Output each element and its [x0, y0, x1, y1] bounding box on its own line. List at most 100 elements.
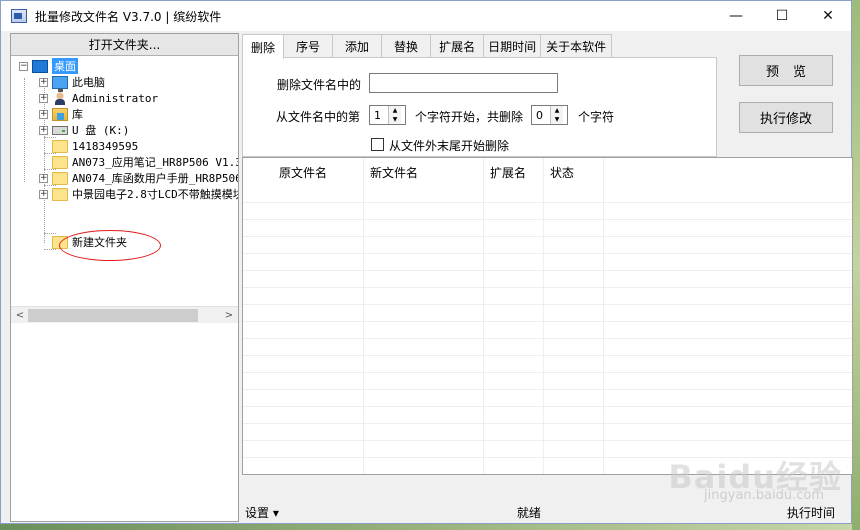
from-end-checkbox[interactable]: [371, 138, 384, 151]
file-list-grid[interactable]: 原文件名 新文件名 扩展名 状态: [242, 157, 853, 475]
from-position-label: 从文件名中的第: [276, 110, 361, 124]
table-row: [243, 203, 852, 220]
expand-icon[interactable]: +: [39, 109, 48, 119]
window-controls: — ☐ ✕: [713, 1, 851, 31]
spin-down-icon[interactable]: ▼: [389, 115, 401, 124]
tree-item-folder[interactable]: + 中景园电子2.8寸LCD不带触摸模块: [39, 186, 238, 202]
title-bar[interactable]: 批量修改文件名 V3.7.0 | 缤纷软件 — ☐ ✕: [1, 1, 851, 31]
tree-item-label: AN074_库函数用户手册_HR8P506: [72, 172, 238, 185]
tree-item-label: AN073_应用笔记_HR8P506 V1.3: [72, 156, 238, 169]
collapse-icon[interactable]: −: [19, 61, 28, 71]
watermark-url: jingyan.baidu.com: [704, 488, 824, 503]
minimize-button[interactable]: —: [713, 1, 759, 31]
grid-header: 原文件名 新文件名 扩展名 状态: [243, 158, 604, 186]
tab-add[interactable]: 添加: [332, 34, 383, 58]
horizontal-scrollbar[interactable]: < >: [11, 306, 238, 323]
table-row: [243, 322, 852, 339]
tree-item-label: 中景园电子2.8寸LCD不带触摸模块: [72, 188, 238, 201]
tab-delete[interactable]: 删除: [242, 34, 285, 59]
library-icon: [52, 107, 68, 121]
column-new-name[interactable]: 新文件名: [364, 158, 484, 186]
desktop-background: [852, 0, 860, 530]
tree-item-desktop[interactable]: − 桌面: [19, 58, 78, 74]
tree-item-label: 桌面: [52, 58, 78, 74]
tree-item-administrator[interactable]: + Administrator: [39, 90, 158, 106]
window-title: 批量修改文件名 V3.7.0 | 缤纷软件: [35, 9, 222, 24]
folder-tree-panel: 打开文件夹... − 桌面 + 此电脑 + Administrator + 库 …: [10, 33, 239, 522]
usb-drive-icon: [52, 125, 68, 135]
table-row: [243, 424, 852, 441]
start-suffix-label: 个字符开始，共删除: [415, 110, 524, 124]
column-extension[interactable]: 扩展名: [484, 158, 544, 186]
table-row: [243, 288, 852, 305]
tab-bar: 删除 序号 添加 替换 扩展名 日期时间 关于本软件: [242, 34, 613, 59]
tab-about[interactable]: 关于本软件: [540, 34, 613, 58]
start-position-stepper[interactable]: 1 ▲ ▼: [369, 105, 406, 125]
status-text: 就绪: [516, 505, 541, 520]
expand-icon[interactable]: +: [39, 189, 48, 199]
folder-icon: [52, 155, 68, 169]
execute-button[interactable]: 执行修改: [739, 102, 833, 133]
table-row: [243, 390, 852, 407]
tree-item-this-pc[interactable]: + 此电脑: [39, 74, 105, 92]
tree-item-folder[interactable]: 1418349595: [52, 138, 138, 154]
tree-item-label: 1418349595: [72, 139, 139, 153]
expand-icon[interactable]: +: [39, 125, 48, 135]
table-row: [243, 407, 852, 424]
folder-icon: [52, 187, 68, 201]
spin-up-icon[interactable]: ▲: [389, 106, 401, 115]
table-row: [243, 237, 852, 254]
delete-count-value: 0: [536, 108, 543, 122]
count-suffix-label: 个字符: [578, 110, 615, 124]
table-row: [243, 356, 852, 373]
main-window: 批量修改文件名 V3.7.0 | 缤纷软件 — ☐ ✕ 打开文件夹... − 桌…: [0, 0, 853, 524]
tab-datetime[interactable]: 日期时间: [483, 34, 542, 58]
open-folder-button[interactable]: 打开文件夹...: [11, 34, 238, 56]
tree-item-label: 此电脑: [72, 76, 105, 89]
tab-extension[interactable]: 扩展名: [430, 34, 485, 58]
folder-icon: [52, 171, 68, 185]
tree-item-library[interactable]: + 库: [39, 106, 83, 122]
tab-sequence[interactable]: 序号: [283, 34, 334, 58]
tree-item-label: U 盘 (K:): [72, 124, 130, 137]
settings-menu[interactable]: 设置 ▾: [245, 504, 279, 521]
tree-item-folder[interactable]: AN073_应用笔记_HR8P506 V1.3: [52, 154, 238, 170]
column-status[interactable]: 状态: [544, 158, 604, 186]
scroll-right-icon[interactable]: >: [221, 308, 237, 323]
delete-count-stepper[interactable]: 0 ▲ ▼: [531, 105, 568, 125]
tree-item-label: Administrator: [72, 91, 159, 105]
maximize-button[interactable]: ☐: [759, 1, 805, 31]
start-position-value: 1: [374, 108, 381, 122]
delete-in-name-label: 删除文件名中的: [277, 78, 362, 92]
status-bar: 设置 ▾ 就绪 执行时间: [242, 501, 853, 523]
expand-icon[interactable]: +: [39, 93, 48, 103]
delete-text-input[interactable]: [369, 73, 558, 93]
scroll-left-icon[interactable]: <: [12, 308, 28, 323]
folder-tree: − 桌面 + 此电脑 + Administrator + 库 + U 盘 (K:…: [11, 58, 238, 304]
computer-icon: [52, 75, 68, 92]
table-row: [243, 254, 852, 271]
tree-item-folder[interactable]: + AN074_库函数用户手册_HR8P506: [39, 170, 238, 186]
app-icon: [11, 9, 27, 23]
table-row: [243, 220, 852, 237]
folder-icon: [52, 139, 68, 153]
table-row: [243, 373, 852, 390]
scroll-thumb[interactable]: [28, 309, 198, 322]
expand-icon[interactable]: +: [39, 77, 48, 87]
spin-up-icon[interactable]: ▲: [551, 106, 563, 115]
table-row: [243, 339, 852, 356]
column-original-name[interactable]: 原文件名: [243, 158, 364, 186]
tab-replace[interactable]: 替换: [381, 34, 432, 58]
execution-time-label: 执行时间: [786, 505, 835, 520]
table-row: [243, 186, 852, 203]
expand-icon[interactable]: +: [39, 173, 48, 183]
close-button[interactable]: ✕: [805, 1, 851, 31]
spin-down-icon[interactable]: ▼: [551, 115, 563, 124]
table-row: [243, 271, 852, 288]
from-end-label: 从文件外末尾开始删除: [389, 139, 510, 153]
tree-item-usb-drive[interactable]: + U 盘 (K:): [39, 122, 129, 138]
table-row: [243, 305, 852, 322]
user-icon: [52, 91, 68, 105]
delete-tab-panel: 删除文件名中的 从文件名中的第 1 ▲ ▼ 个字符开始，共删除 0 ▲ ▼ 个字符 …: [242, 57, 717, 157]
preview-button[interactable]: 预览: [739, 55, 833, 86]
